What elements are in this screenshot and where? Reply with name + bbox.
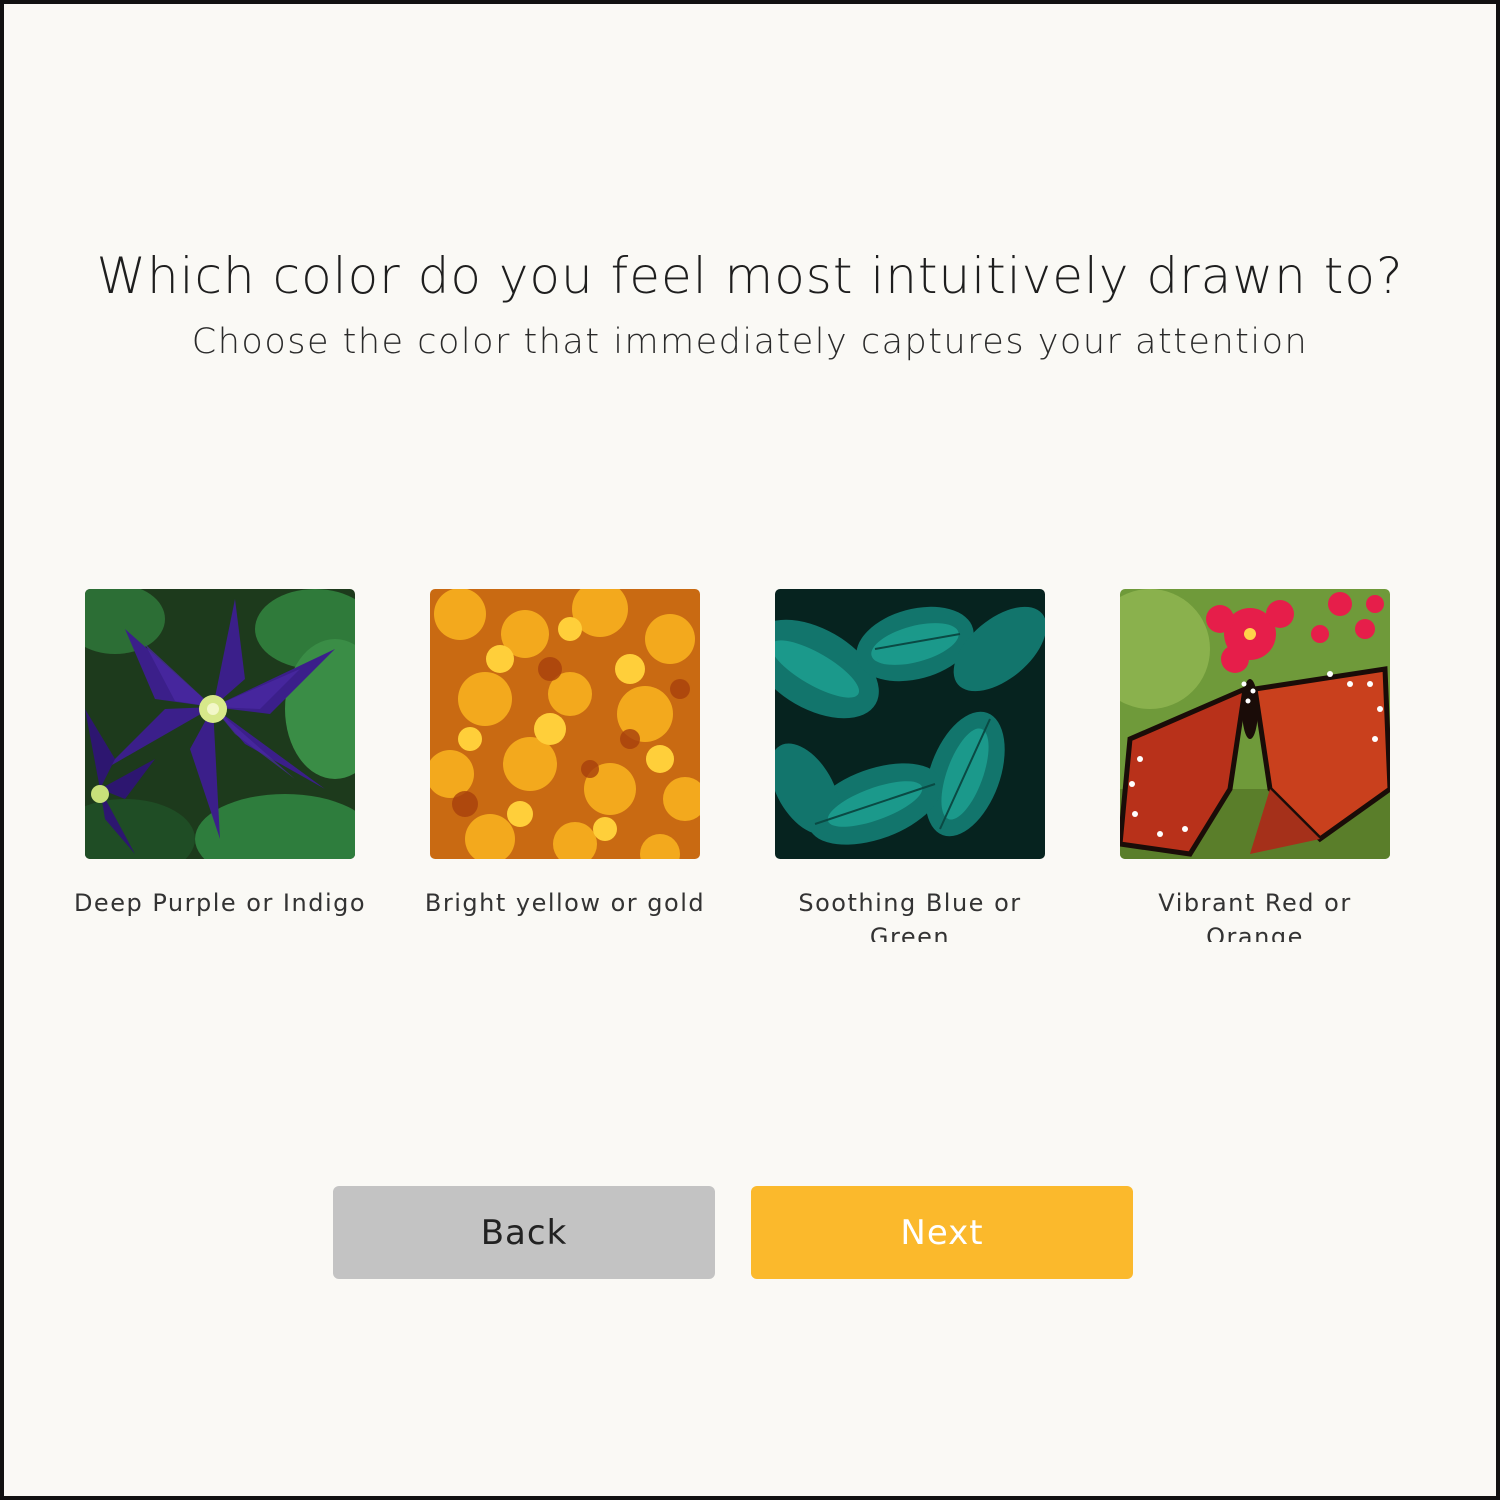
question-title: Which color do you feel most intuitively… (96, 247, 1404, 305)
butterfly-image[interactable] (1120, 589, 1390, 859)
option-label: Vibrant Red or Orange (1158, 889, 1352, 942)
option-vibrant-red[interactable]: Vibrant Red or Orange (1105, 589, 1405, 942)
next-button[interactable]: Next (751, 1186, 1133, 1279)
option-deep-purple[interactable]: Deep Purple or Indigo (70, 589, 370, 942)
option-soothing-blue[interactable]: Soothing Blue or Green (760, 589, 1060, 942)
option-label: Bright yellow or gold (424, 889, 706, 917)
teal-leaves-image[interactable] (775, 589, 1045, 859)
option-label: Soothing Blue or Green (798, 889, 1022, 942)
purple-flower-image[interactable] (85, 589, 355, 859)
quiz-page: Which color do you feel most intuitively… (0, 0, 1500, 1500)
option-label: Deep Purple or Indigo (73, 889, 367, 917)
question-subtitle: Choose the color that immediately captur… (191, 322, 1309, 362)
autumn-leaves-image[interactable] (430, 589, 700, 859)
option-bright-yellow[interactable]: Bright yellow or gold (415, 589, 715, 942)
back-button[interactable]: Back (333, 1186, 715, 1279)
